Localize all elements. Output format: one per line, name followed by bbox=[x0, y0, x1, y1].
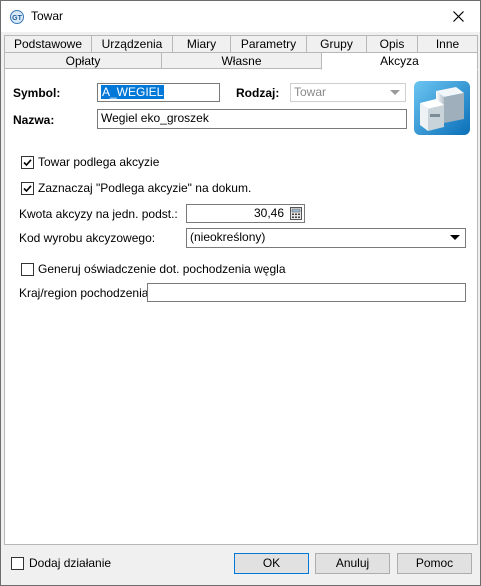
product-boxes-icon bbox=[414, 81, 470, 135]
checkmark-icon bbox=[23, 185, 32, 193]
product-image[interactable] bbox=[414, 81, 470, 135]
kwota-field[interactable]: 30,46 bbox=[186, 204, 305, 223]
tab-akcyza[interactable]: Akcyza bbox=[321, 52, 478, 70]
close-icon bbox=[452, 11, 464, 22]
kod-wyrobu-label: Kod wyrobu akcyzowego: bbox=[19, 231, 156, 245]
dodaj-dzialanie-label[interactable]: Dodaj działanie bbox=[29, 556, 111, 570]
symbol-field[interactable]: A_WEGIEL bbox=[97, 83, 220, 102]
towar-dialog: GT Towar Podstawowe Urządzenia Miary Par… bbox=[0, 0, 481, 586]
tab-opis[interactable]: Opis bbox=[366, 35, 418, 53]
dropdown-arrow-icon bbox=[450, 235, 460, 240]
kraj-region-label: Kraj/region pochodzenia: bbox=[19, 286, 152, 300]
calculator-button[interactable] bbox=[290, 207, 302, 220]
checkmark-icon bbox=[23, 159, 32, 167]
zaznaczaj-checkbox[interactable] bbox=[21, 182, 34, 195]
tab-parametry[interactable]: Parametry bbox=[230, 35, 307, 53]
nazwa-field[interactable]: Wegiel eko_groszek bbox=[97, 109, 407, 129]
dropdown-arrow-icon bbox=[390, 90, 400, 95]
calculator-icon bbox=[290, 207, 302, 220]
help-button[interactable]: Pomoc bbox=[397, 553, 472, 574]
tab-panel-akcyza: Symbol: A_WEGIEL Rodzaj: Towar Nazwa: We… bbox=[4, 68, 478, 545]
symbol-value: A_WEGIEL bbox=[101, 85, 165, 99]
tab-inne[interactable]: Inne bbox=[417, 35, 478, 53]
tab-miary[interactable]: Miary bbox=[172, 35, 231, 53]
ok-button[interactable]: OK bbox=[234, 553, 309, 574]
kraj-region-field[interactable] bbox=[147, 283, 466, 302]
rodzaj-label: Rodzaj: bbox=[236, 86, 280, 100]
svg-text:GT: GT bbox=[12, 15, 22, 22]
app-icon: GT bbox=[9, 9, 25, 25]
symbol-label: Symbol: bbox=[13, 86, 61, 100]
tab-podstawowe[interactable]: Podstawowe bbox=[4, 35, 92, 53]
window-title: Towar bbox=[31, 9, 64, 23]
podlega-akcyzie-label[interactable]: Towar podlega akcyzie bbox=[38, 155, 159, 169]
kwota-label: Kwota akcyzy na jedn. podst.: bbox=[19, 207, 178, 221]
generuj-oswiadczenie-checkbox[interactable] bbox=[21, 263, 34, 276]
podlega-akcyzie-checkbox[interactable] bbox=[21, 156, 34, 169]
kwota-value: 30,46 bbox=[253, 206, 284, 220]
cancel-button[interactable]: Anuluj bbox=[315, 553, 390, 574]
title-bar: GT Towar bbox=[1, 1, 480, 32]
nazwa-value: Wegiel eko_groszek bbox=[101, 111, 209, 125]
nazwa-label: Nazwa: bbox=[13, 113, 55, 127]
kod-wyrobu-select[interactable]: (nieokreślony) bbox=[186, 228, 466, 248]
generuj-oswiadczenie-label[interactable]: Generuj oświadczenie dot. pochodzenia wę… bbox=[38, 262, 286, 276]
tab-grupy[interactable]: Grupy bbox=[306, 35, 367, 53]
rodzaj-select: Towar bbox=[290, 83, 406, 102]
kod-wyrobu-value: (nieokreślony) bbox=[190, 230, 266, 244]
tab-urzadzenia[interactable]: Urządzenia bbox=[91, 35, 173, 53]
dodaj-dzialanie-checkbox[interactable] bbox=[11, 557, 24, 570]
rodzaj-value: Towar bbox=[294, 85, 327, 99]
zaznaczaj-label[interactable]: Zaznaczaj "Podlega akcyzie" na dokum. bbox=[38, 181, 251, 195]
close-button[interactable] bbox=[436, 1, 480, 32]
